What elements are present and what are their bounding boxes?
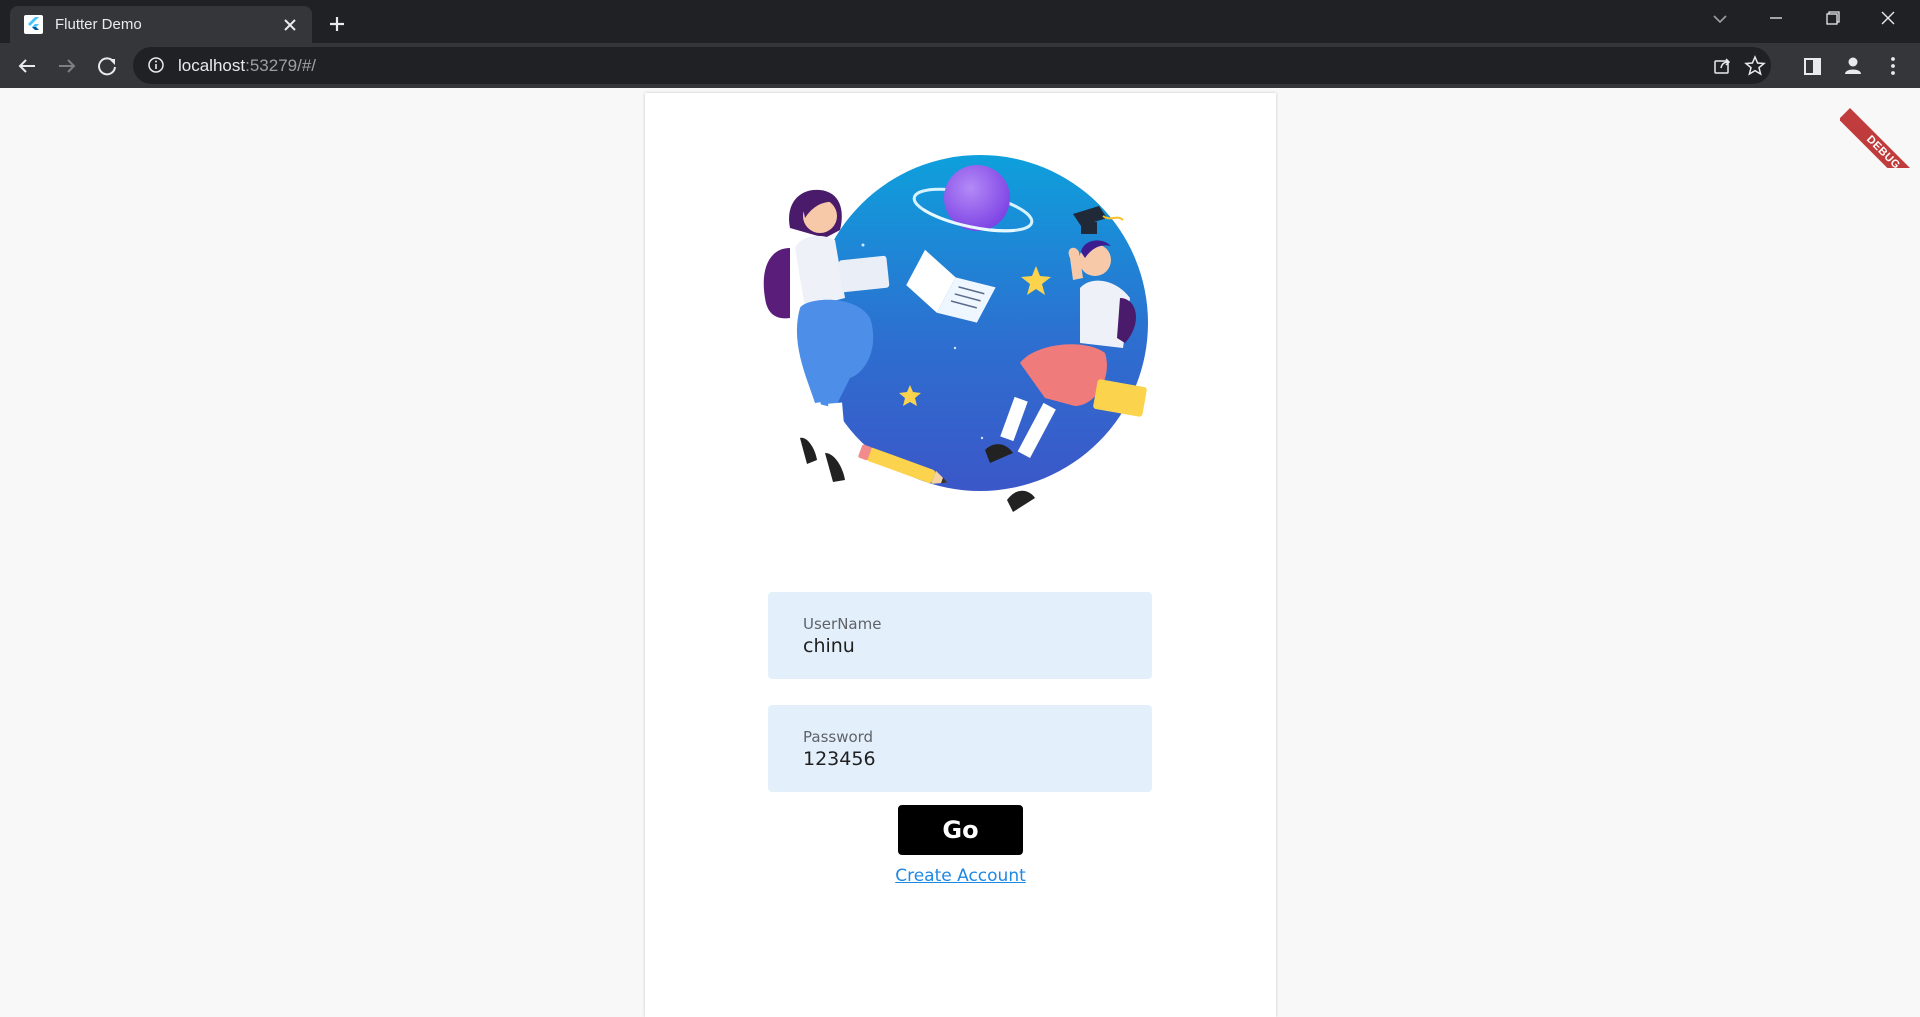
create-account-row: Create Account <box>645 866 1276 886</box>
debug-banner: DEBUG <box>1840 88 1920 168</box>
address-bar[interactable]: localhost:53279/#/ <box>133 47 1771 84</box>
page-viewport: UserName Password Go Create Account <box>0 88 1920 1017</box>
window-close-icon[interactable] <box>1860 0 1916 36</box>
login-card: UserName Password Go Create Account <box>645 93 1276 1017</box>
plus-icon[interactable] <box>323 10 351 38</box>
back-arrow-icon[interactable] <box>10 49 44 83</box>
side-panel-icon[interactable] <box>1795 49 1829 83</box>
kebab-menu-icon[interactable] <box>1876 49 1910 83</box>
info-icon[interactable] <box>147 56 165 74</box>
minimize-icon[interactable] <box>1748 0 1804 36</box>
tab-strip: Flutter Demo <box>0 0 1920 43</box>
url-host: localhost <box>178 56 246 75</box>
forward-arrow-icon[interactable] <box>50 49 84 83</box>
url-path: :53279/#/ <box>245 56 317 75</box>
flutter-logo-icon <box>24 15 43 34</box>
username-input[interactable] <box>801 632 1131 660</box>
password-field[interactable]: Password <box>768 705 1152 792</box>
create-account-link[interactable]: Create Account <box>895 866 1026 886</box>
star-icon[interactable] <box>1740 51 1770 81</box>
share-icon[interactable] <box>1707 51 1737 81</box>
url-text[interactable]: localhost:53279/#/ <box>178 56 316 75</box>
browser-tab[interactable]: Flutter Demo <box>10 6 312 43</box>
tab-search-icon[interactable] <box>1692 0 1748 36</box>
username-field[interactable]: UserName <box>768 592 1152 679</box>
profile-icon[interactable] <box>1836 49 1870 83</box>
restore-icon[interactable] <box>1804 0 1860 36</box>
reload-icon[interactable] <box>90 49 124 83</box>
debug-ribbon-label: DEBUG <box>1840 108 1920 168</box>
go-button[interactable]: Go <box>898 805 1023 855</box>
students-illustration <box>763 155 1148 512</box>
tab-title: Flutter Demo <box>55 16 142 33</box>
password-input[interactable] <box>801 745 1131 773</box>
browser-toolbar: localhost:53279/#/ <box>0 43 1920 88</box>
password-label: Password <box>803 728 874 746</box>
username-label: UserName <box>803 615 882 633</box>
close-icon[interactable] <box>280 15 300 35</box>
